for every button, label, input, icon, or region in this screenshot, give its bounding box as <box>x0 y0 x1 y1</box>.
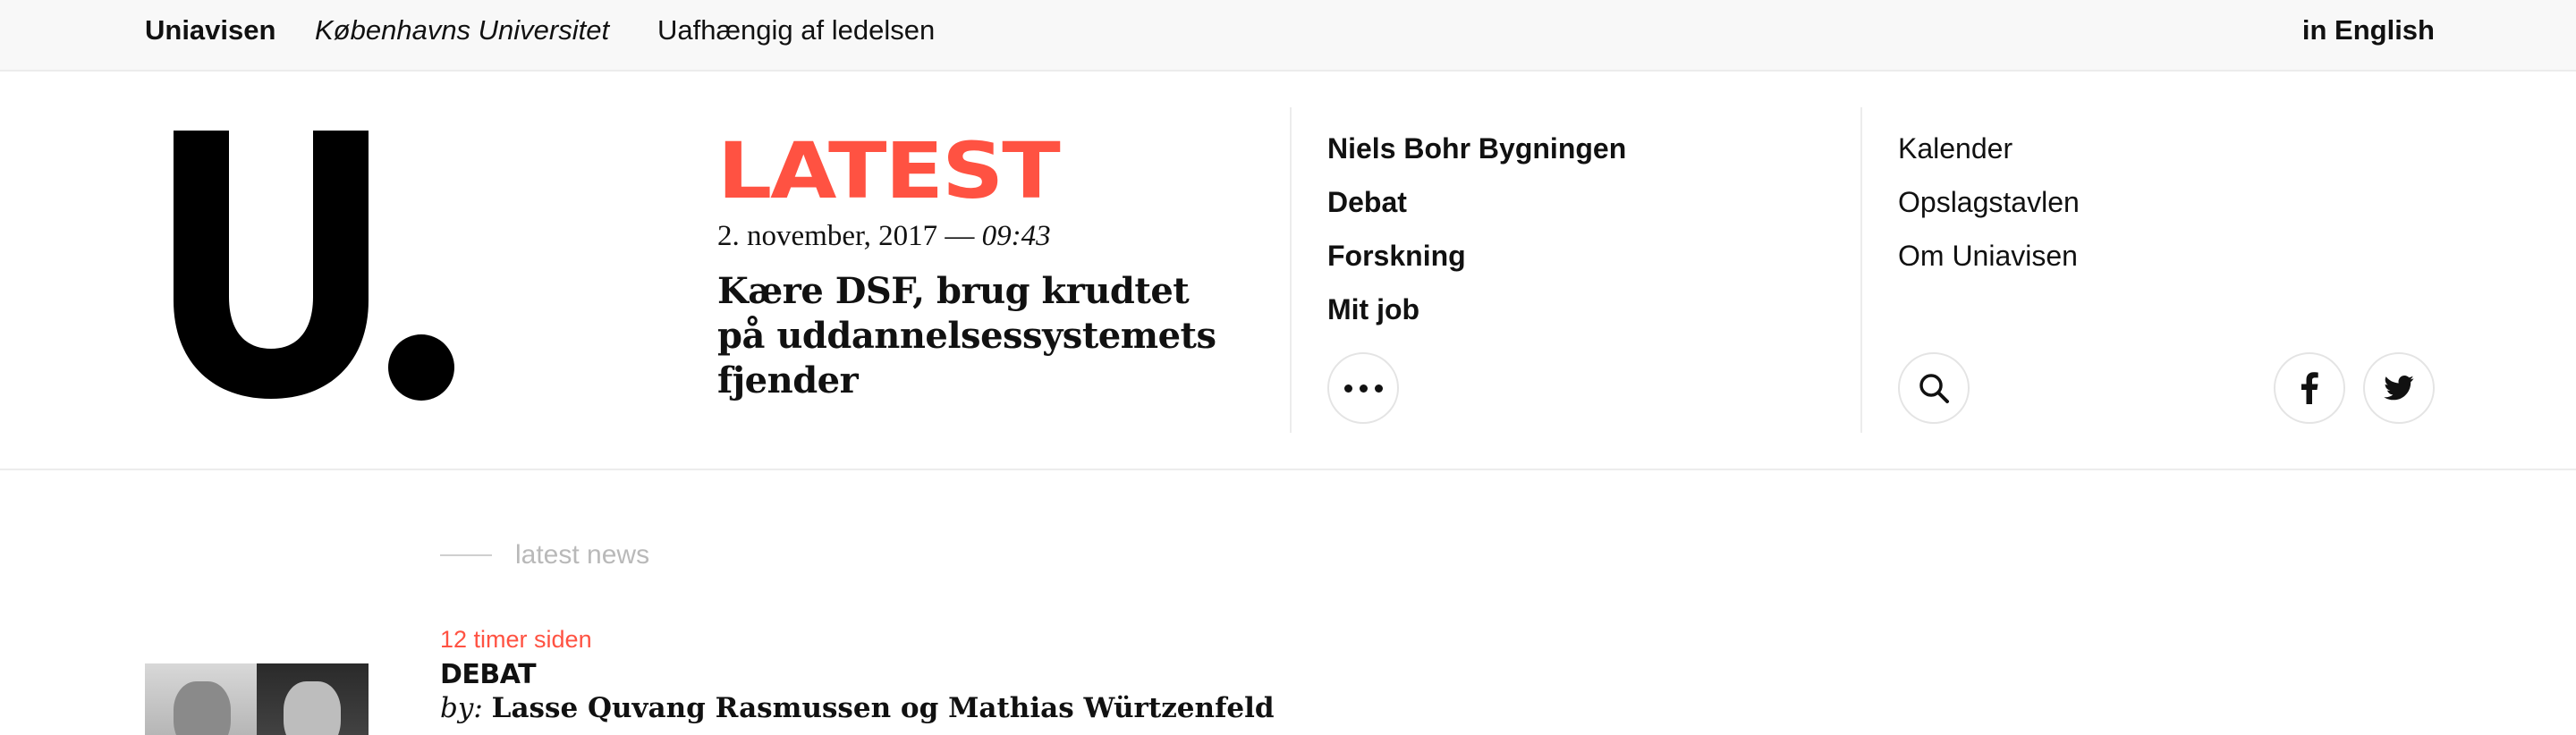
language-switch-link[interactable]: in English <box>2302 14 2435 46</box>
brand-link[interactable]: Uniavisen <box>145 14 275 46</box>
secondary-nav: Kalender Opslagstavlen Om Uniavisen <box>1898 131 2080 291</box>
main-nav: Niels Bohr Bygningen Debat Forskning Mit… <box>1327 131 1626 345</box>
article-time: 12 timer siden <box>440 626 592 653</box>
article-category: DEBAT <box>440 659 537 690</box>
university-link[interactable]: Københavns Universitet <box>315 14 609 46</box>
header-divider-1 <box>1290 107 1292 433</box>
more-dot <box>1374 384 1383 393</box>
nav-item-niels-bohr[interactable]: Niels Bohr Bygningen <box>1327 131 1626 184</box>
nav-item-mit-job[interactable]: Mit job <box>1327 291 1626 345</box>
latest-date: 2. november, 2017 — 09:43 <box>717 220 1218 253</box>
latest-news-heading: latest news <box>440 540 649 570</box>
logo-letter-u <box>174 131 369 399</box>
search-button[interactable] <box>1898 352 1970 424</box>
logo-dot <box>388 334 454 401</box>
nav-item-forskning[interactable]: Forskning <box>1327 238 1626 291</box>
latest-time: 09:43 <box>981 220 1051 252</box>
byline-authors[interactable]: Lasse Quvang Rasmussen og Mathias Würtze… <box>492 692 1275 724</box>
facebook-icon <box>2301 372 2318 404</box>
more-dot <box>1343 384 1352 393</box>
twitter-button[interactable] <box>2363 352 2435 424</box>
latest-date-text: 2. november, 2017 — <box>717 220 975 252</box>
nav-item-kalender[interactable]: Kalender <box>1898 131 2080 184</box>
section-line <box>440 554 492 556</box>
nav-item-om-uniavisen[interactable]: Om Uniavisen <box>1898 238 2080 291</box>
latest-headline-link[interactable]: Kære DSF, brug krudtet på uddannelsessys… <box>717 269 1218 403</box>
news-article[interactable]: 12 timer siden DEBAT by: Lasse Quvang Ra… <box>440 626 1275 724</box>
author-head-1 <box>174 681 231 735</box>
top-bar: Uniavisen Københavns Universitet Uafhæng… <box>0 0 2576 72</box>
twitter-icon <box>2384 376 2414 401</box>
nav-item-opslagstavlen[interactable]: Opslagstavlen <box>1898 184 2080 238</box>
search-icon <box>1919 374 1949 403</box>
latest-label: LATEST <box>717 126 1061 216</box>
author-photo-2 <box>257 663 369 735</box>
header-divider-2 <box>1860 107 1862 433</box>
article-thumbnail[interactable] <box>145 663 369 735</box>
facebook-button[interactable] <box>2274 352 2345 424</box>
author-head-2 <box>284 681 341 735</box>
site-header: LATEST 2. november, 2017 — 09:43 Kære DS… <box>0 72 2576 470</box>
byline-label: by: <box>440 692 483 724</box>
author-photo-1 <box>145 663 257 735</box>
nav-item-debat[interactable]: Debat <box>1327 184 1626 238</box>
section-label-text: latest news <box>515 540 650 570</box>
uniavisen-logo[interactable] <box>174 131 469 401</box>
tagline: Uafhængig af ledelsen <box>657 14 936 46</box>
latest-feature: LATEST 2. november, 2017 — 09:43 Kære DS… <box>717 126 1218 403</box>
more-dot <box>1359 384 1368 393</box>
more-menu-button[interactable] <box>1327 352 1399 424</box>
article-byline: by: Lasse Quvang Rasmussen og Mathias Wü… <box>440 692 1275 724</box>
